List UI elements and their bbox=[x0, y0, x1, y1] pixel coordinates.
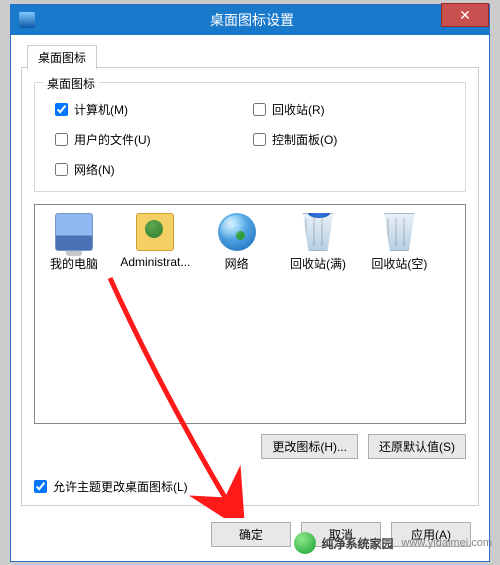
groupbox-legend: 桌面图标 bbox=[43, 75, 99, 92]
checkbox-label: 控制面板(O) bbox=[272, 131, 337, 148]
close-button[interactable]: ✕ bbox=[441, 3, 489, 27]
titlebar: 桌面图标设置 ✕ bbox=[11, 5, 489, 35]
tab-panel: 桌面图标 计算机(M) 回收站(R) 用户的文件(U) 控制面板(O) bbox=[21, 67, 479, 506]
button-label: 更改图标(H)... bbox=[272, 440, 347, 454]
change-icon-button[interactable]: 更改图标(H)... bbox=[261, 434, 358, 459]
icon-label: 网络 bbox=[198, 255, 276, 272]
list-item-computer[interactable]: 我的电脑 bbox=[35, 213, 113, 272]
checkbox-row-recycle[interactable]: 回收站(R) bbox=[253, 101, 325, 118]
tab-label: 桌面图标 bbox=[38, 51, 86, 65]
checkbox-row-userfiles[interactable]: 用户的文件(U) bbox=[55, 131, 151, 148]
icon-label: 回收站(空) bbox=[360, 255, 438, 272]
checkbox-allow-theme[interactable] bbox=[34, 480, 47, 493]
icon-label: Administrat... bbox=[116, 255, 194, 269]
checkbox-row-network[interactable]: 网络(N) bbox=[55, 161, 115, 178]
ok-button[interactable]: 确定 bbox=[211, 522, 291, 547]
dialog-window: 桌面图标设置 ✕ 桌面图标 桌面图标 计算机(M) 回收站(R) bbox=[10, 4, 490, 562]
checkbox-recycle[interactable] bbox=[253, 103, 266, 116]
icon-list[interactable]: 我的电脑 Administrat... 网络 回收站(满) 回收站(空) bbox=[34, 204, 466, 424]
checkbox-label: 回收站(R) bbox=[272, 101, 325, 118]
restore-defaults-button[interactable]: 还原默认值(S) bbox=[368, 434, 466, 459]
checkbox-row-control[interactable]: 控制面板(O) bbox=[253, 131, 337, 148]
groupbox-desktop-icons: 桌面图标 计算机(M) 回收站(R) 用户的文件(U) 控制面板(O) bbox=[34, 82, 466, 192]
button-label: 还原默认值(S) bbox=[379, 440, 455, 454]
icon-label: 回收站(满) bbox=[279, 255, 357, 272]
checkbox-network[interactable] bbox=[55, 163, 68, 176]
checkbox-row-allow-theme[interactable]: 允许主题更改桌面图标(L) bbox=[34, 478, 188, 495]
window-title: 桌面图标设置 bbox=[15, 10, 489, 30]
content-area: 桌面图标 桌面图标 计算机(M) 回收站(R) 用户的文件(U) bbox=[21, 45, 479, 506]
icon-label: 我的电脑 bbox=[35, 255, 113, 272]
checkbox-control[interactable] bbox=[253, 133, 266, 146]
list-item-network[interactable]: 网络 bbox=[198, 213, 276, 272]
close-icon: ✕ bbox=[459, 7, 471, 24]
checkbox-label: 计算机(M) bbox=[74, 101, 128, 118]
watermark-logo-icon bbox=[294, 532, 316, 554]
checkbox-computer[interactable] bbox=[55, 103, 68, 116]
recycle-full-icon bbox=[299, 213, 337, 251]
checkbox-label: 允许主题更改桌面图标(L) bbox=[53, 478, 188, 495]
watermark-url: www.yidaimei.com bbox=[402, 537, 492, 549]
watermark: 纯净系统家园 www.yidaimei.com bbox=[292, 531, 494, 555]
list-item-recycle-full[interactable]: 回收站(满) bbox=[279, 213, 357, 272]
watermark-text: 纯净系统家园 bbox=[322, 535, 394, 552]
tab-desktop-icons[interactable]: 桌面图标 bbox=[27, 45, 97, 70]
recycle-empty-icon bbox=[380, 213, 418, 251]
icon-button-row: 更改图标(H)... 还原默认值(S) bbox=[261, 434, 466, 459]
checkbox-label: 网络(N) bbox=[74, 161, 115, 178]
checkbox-label: 用户的文件(U) bbox=[74, 131, 151, 148]
list-item-recycle-empty[interactable]: 回收站(空) bbox=[360, 213, 438, 272]
user-folder-icon bbox=[136, 213, 174, 251]
button-label: 确定 bbox=[239, 528, 263, 542]
computer-icon bbox=[55, 213, 93, 251]
list-item-admin[interactable]: Administrat... bbox=[116, 213, 194, 269]
checkbox-userfiles[interactable] bbox=[55, 133, 68, 146]
checkbox-row-computer[interactable]: 计算机(M) bbox=[55, 101, 128, 118]
network-icon bbox=[218, 213, 256, 251]
